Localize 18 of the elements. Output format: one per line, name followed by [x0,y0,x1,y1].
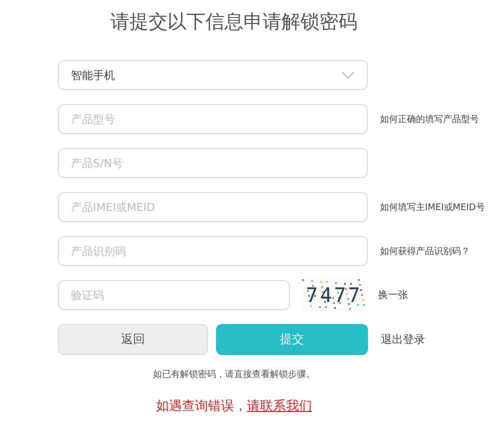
page-title: 请提交以下信息申请解锁密码 [110,10,358,34]
input-field[interactable]: 产品IMEI或MEID [58,192,368,222]
help-link[interactable]: 如何填写主IMEI或MEID号 [380,200,485,214]
chevron-down-icon [341,71,355,79]
help-link[interactable]: 如何正确的填写产品型号 [380,112,479,126]
input-field[interactable]: 产品型号 [58,104,368,134]
refresh-link[interactable]: 换一张 [378,288,408,302]
contact-link[interactable]: 请联系我们 [247,399,312,414]
input-field[interactable]: 产品S/N号 [58,148,368,178]
input-field[interactable]: 产品识别码 [58,236,368,266]
device-select[interactable]: 智能手机 [58,60,368,90]
back-button[interactable]: 返回 [58,324,208,354]
captcha-field[interactable]: 验证码 [58,280,290,310]
captcha-image: 7477 [302,279,366,311]
logout-link[interactable]: 退出登录 [381,332,425,346]
help-link[interactable]: 如何获得产品识别码？ [380,244,470,258]
note-text: 如已有解锁密码，请直接查看解锁步骤。 [152,368,316,381]
error-text: 如遇查询错误，请联系我们 [155,398,313,415]
